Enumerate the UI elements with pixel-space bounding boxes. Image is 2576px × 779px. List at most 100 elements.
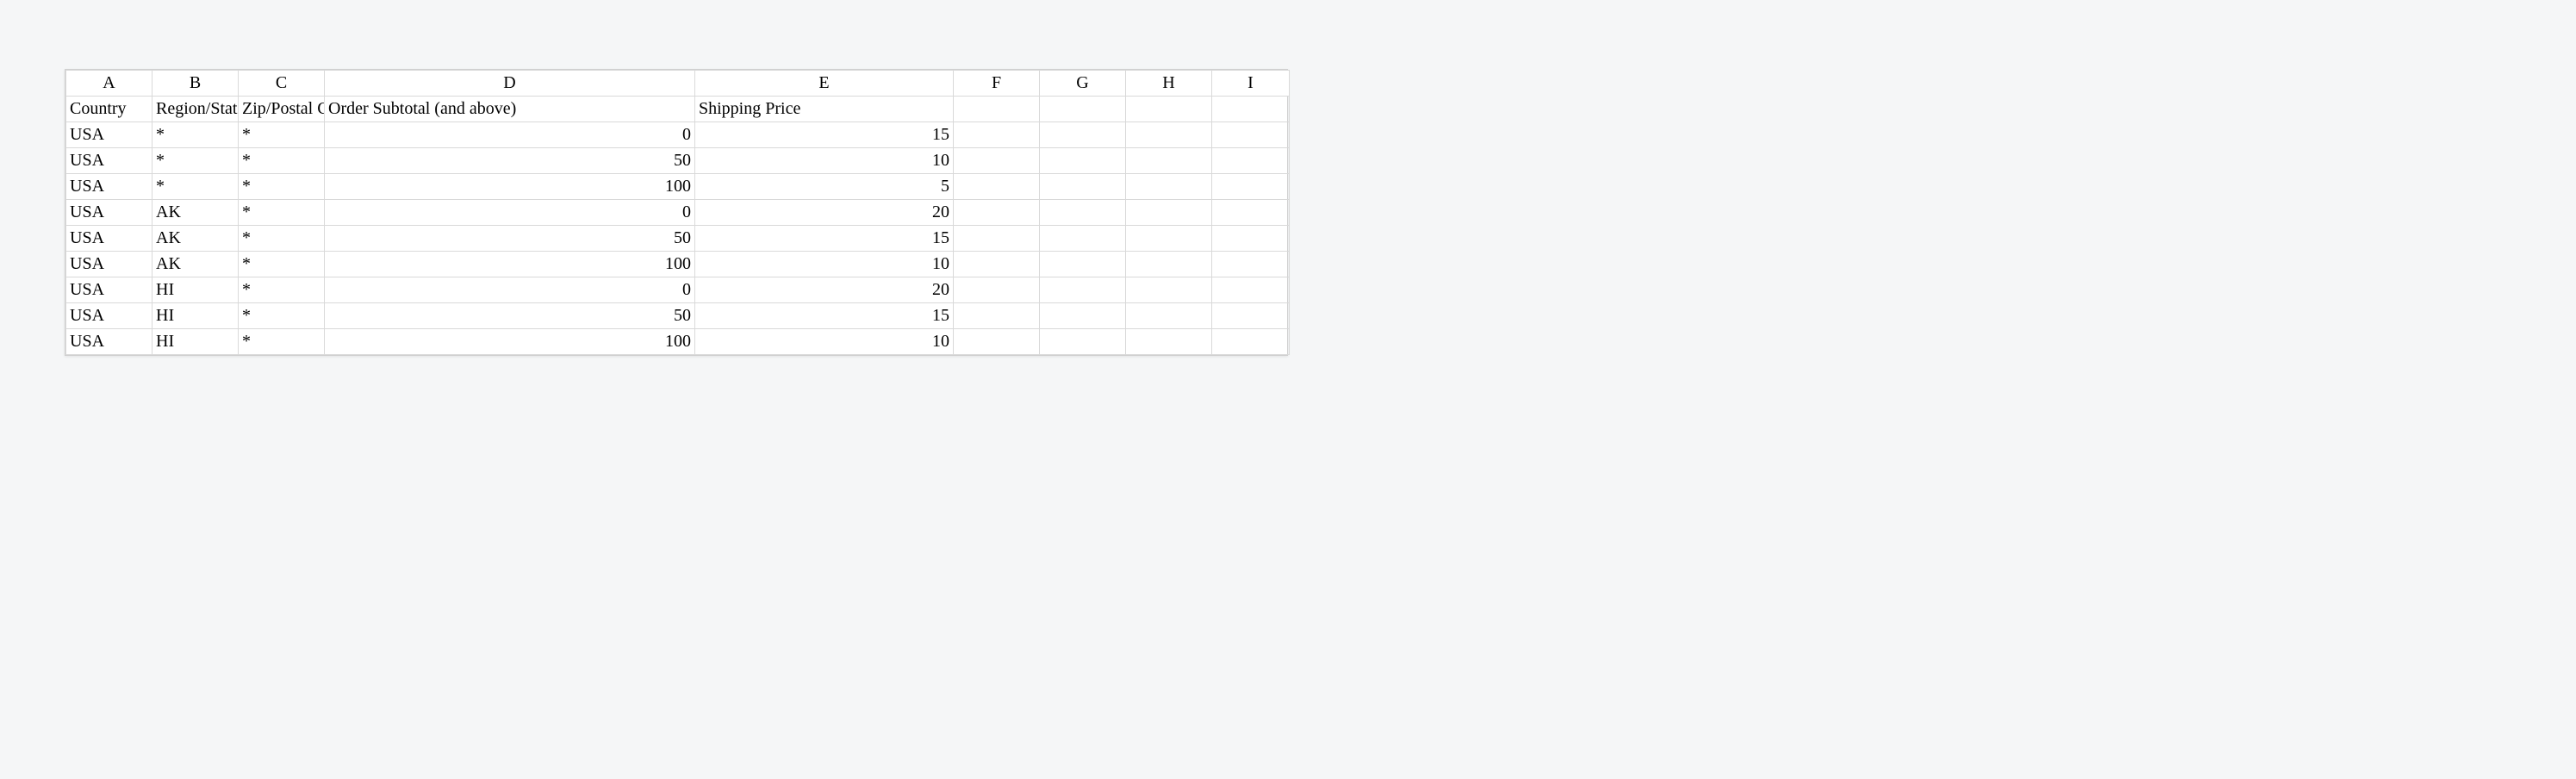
cell[interactable]: 0 xyxy=(325,122,695,148)
cell[interactable] xyxy=(1212,200,1290,226)
cell[interactable] xyxy=(954,226,1040,252)
cell[interactable]: 50 xyxy=(325,148,695,174)
cell[interactable] xyxy=(1126,174,1212,200)
cell[interactable] xyxy=(1212,148,1290,174)
cell[interactable] xyxy=(1212,303,1290,329)
col-header-D[interactable]: D xyxy=(325,71,695,97)
cell[interactable]: USA xyxy=(66,200,152,226)
cell[interactable] xyxy=(1126,148,1212,174)
cell[interactable] xyxy=(1040,303,1126,329)
cell[interactable] xyxy=(954,174,1040,200)
cell[interactable]: 100 xyxy=(325,174,695,200)
cell[interactable] xyxy=(1126,200,1212,226)
cell[interactable] xyxy=(954,303,1040,329)
cell[interactable] xyxy=(1126,97,1212,122)
cell[interactable]: * xyxy=(239,148,325,174)
cell[interactable]: 20 xyxy=(695,277,954,303)
cell[interactable]: * xyxy=(239,277,325,303)
cell[interactable]: * xyxy=(152,174,239,200)
cell[interactable] xyxy=(1040,174,1126,200)
cell[interactable]: AK xyxy=(152,200,239,226)
cell[interactable]: USA xyxy=(66,277,152,303)
cell[interactable]: HI xyxy=(152,303,239,329)
cell[interactable] xyxy=(954,148,1040,174)
cell[interactable] xyxy=(954,200,1040,226)
cell[interactable]: Region/State xyxy=(152,97,239,122)
cell[interactable]: USA xyxy=(66,303,152,329)
cell[interactable]: * xyxy=(152,148,239,174)
cell[interactable]: * xyxy=(239,174,325,200)
cell[interactable]: 0 xyxy=(325,200,695,226)
cell[interactable]: 10 xyxy=(695,252,954,277)
cell[interactable] xyxy=(1126,122,1212,148)
cell[interactable]: 100 xyxy=(325,252,695,277)
cell[interactable] xyxy=(1040,252,1126,277)
cell[interactable]: * xyxy=(239,200,325,226)
cell[interactable] xyxy=(1212,97,1290,122)
cell[interactable]: * xyxy=(239,329,325,355)
cell[interactable]: HI xyxy=(152,277,239,303)
cell[interactable] xyxy=(1126,252,1212,277)
cell[interactable]: AK xyxy=(152,226,239,252)
cell[interactable] xyxy=(1126,226,1212,252)
cell[interactable]: 50 xyxy=(325,226,695,252)
col-header-E[interactable]: E xyxy=(695,71,954,97)
cell[interactable]: 5 xyxy=(695,174,954,200)
cell[interactable] xyxy=(1212,174,1290,200)
cell[interactable] xyxy=(1040,97,1126,122)
cell[interactable] xyxy=(954,277,1040,303)
cell[interactable] xyxy=(1126,303,1212,329)
cell[interactable]: 15 xyxy=(695,122,954,148)
cell[interactable]: 100 xyxy=(325,329,695,355)
cell[interactable]: USA xyxy=(66,329,152,355)
col-header-G[interactable]: G xyxy=(1040,71,1126,97)
cell[interactable] xyxy=(1040,148,1126,174)
cell[interactable] xyxy=(1040,122,1126,148)
col-header-C[interactable]: C xyxy=(239,71,325,97)
table-row: USAHI*5015 xyxy=(66,303,1290,329)
cell[interactable] xyxy=(954,97,1040,122)
cell[interactable]: 15 xyxy=(695,226,954,252)
cell[interactable] xyxy=(1126,329,1212,355)
cell[interactable]: Country xyxy=(66,97,152,122)
cell[interactable] xyxy=(1212,226,1290,252)
cell[interactable]: * xyxy=(152,122,239,148)
cell[interactable]: 50 xyxy=(325,303,695,329)
cell[interactable] xyxy=(954,252,1040,277)
cell[interactable] xyxy=(1212,122,1290,148)
cell[interactable] xyxy=(1040,200,1126,226)
col-header-H[interactable]: H xyxy=(1126,71,1212,97)
cell[interactable]: USA xyxy=(66,122,152,148)
cell[interactable]: USA xyxy=(66,174,152,200)
cell[interactable] xyxy=(1040,226,1126,252)
cell[interactable] xyxy=(954,122,1040,148)
cell[interactable] xyxy=(1040,277,1126,303)
cell[interactable]: Zip/Postal Code xyxy=(239,97,325,122)
cell[interactable]: 0 xyxy=(325,277,695,303)
cell[interactable] xyxy=(1212,329,1290,355)
cell[interactable]: USA xyxy=(66,252,152,277)
cell[interactable] xyxy=(1126,277,1212,303)
col-header-F[interactable]: F xyxy=(954,71,1040,97)
cell[interactable]: USA xyxy=(66,148,152,174)
cell[interactable]: 15 xyxy=(695,303,954,329)
cell[interactable]: 10 xyxy=(695,329,954,355)
cell[interactable] xyxy=(1212,252,1290,277)
cell[interactable]: AK xyxy=(152,252,239,277)
cell[interactable]: * xyxy=(239,303,325,329)
cell[interactable]: * xyxy=(239,122,325,148)
cell[interactable]: * xyxy=(239,226,325,252)
col-header-A[interactable]: A xyxy=(66,71,152,97)
cell[interactable]: Shipping Price xyxy=(695,97,954,122)
cell[interactable]: USA xyxy=(66,226,152,252)
col-header-B[interactable]: B xyxy=(152,71,239,97)
cell[interactable]: HI xyxy=(152,329,239,355)
cell[interactable] xyxy=(954,329,1040,355)
cell[interactable]: Order Subtotal (and above) xyxy=(325,97,695,122)
cell[interactable] xyxy=(1212,277,1290,303)
cell[interactable]: 20 xyxy=(695,200,954,226)
col-header-I[interactable]: I xyxy=(1212,71,1290,97)
cell[interactable]: * xyxy=(239,252,325,277)
cell[interactable] xyxy=(1040,329,1126,355)
cell[interactable]: 10 xyxy=(695,148,954,174)
